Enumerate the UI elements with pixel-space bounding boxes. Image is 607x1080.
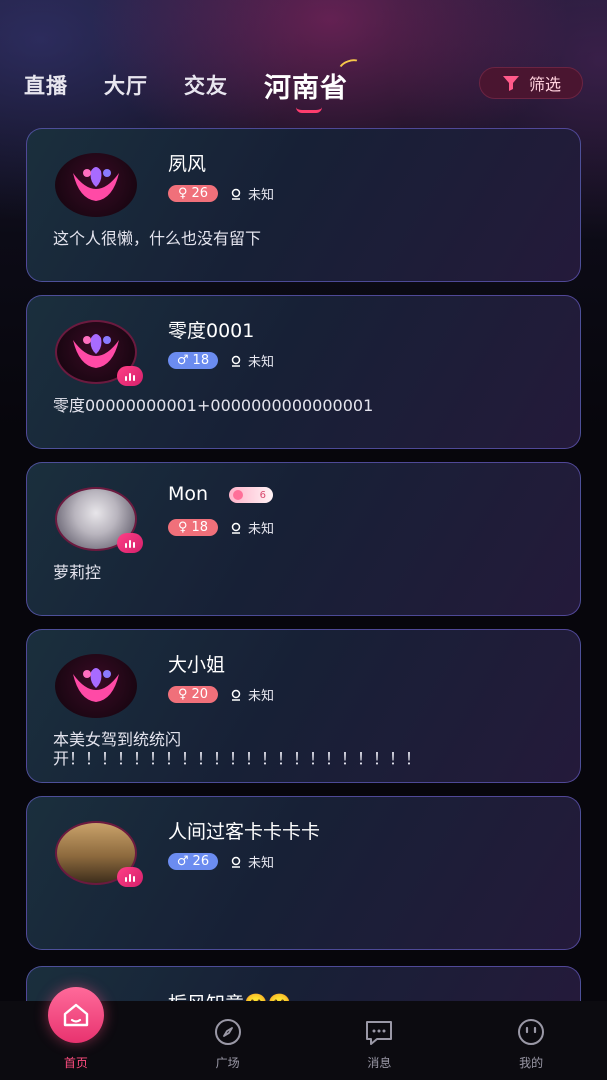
female-icon: ♀ <box>177 186 188 201</box>
user-card[interactable]: Mon 6 ♀ 18 未知 萝莉控 <box>26 462 581 616</box>
location-label: 未知 <box>248 689 275 704</box>
location-pin-icon <box>231 188 241 200</box>
user-list: 夙风 ♀ 26 未知 这个人很懒，什么也没有留下 零度0001 ♂ 18 未知 零度… <box>26 128 581 1006</box>
user-card[interactable]: 栀风知意🙂🙂 <box>26 966 581 1006</box>
location-pin-icon <box>231 355 241 367</box>
user-meta: ♂ 26 未知 <box>168 852 274 871</box>
filter-label: 筛选 <box>528 75 561 94</box>
location-pin-icon <box>231 522 241 534</box>
user-meta: ♀ 26 未知 <box>168 184 274 203</box>
gender-age-badge: ♀ 20 <box>168 686 218 703</box>
home-icon <box>63 1003 89 1027</box>
live-badge-icon <box>117 867 143 887</box>
female-icon: ♀ <box>177 520 188 535</box>
tab-live[interactable]: 直播 <box>24 70 68 100</box>
avatar-container[interactable] <box>55 320 143 386</box>
level-label: 6 <box>259 489 266 501</box>
app-logo-icon <box>73 334 119 368</box>
user-card[interactable]: 零度0001 ♂ 18 未知 零度00000000001+000000000000… <box>26 295 581 449</box>
user-meta: ♀ 18 未知 <box>168 518 274 537</box>
level-badge: 6 <box>229 487 273 503</box>
user-meta: ♂ 18 未知 <box>168 351 274 370</box>
user-card[interactable]: 大小姐 ♀ 20 未知 本美女驾到统统闪开！！！！！！！！！！！！！！！！！！！！… <box>26 629 581 783</box>
location: 未知 <box>230 518 274 537</box>
user-bio: 本美女驾到统统闪开！！！！！！！！！！！！！！！！！！！！！！ <box>53 730 422 768</box>
app-logo-icon <box>73 167 119 201</box>
location: 未知 <box>230 685 274 704</box>
age-label: 26 <box>192 854 210 869</box>
avatar-container[interactable] <box>55 654 141 718</box>
tab-province-label: 河南省 <box>264 72 348 104</box>
home-icon-container <box>47 987 104 1043</box>
active-tab-indicator <box>296 107 322 113</box>
location-label: 未知 <box>248 522 275 537</box>
tab-province[interactable]: 河南省 <box>264 55 364 113</box>
profile-icon <box>518 1019 545 1045</box>
user-card[interactable]: 人间过客卡卡卡卡 ♂ 26 未知 <box>26 796 581 950</box>
user-bio: 这个人很懒，什么也没有留下 <box>53 229 262 248</box>
user-name: 大小姐 <box>168 654 226 676</box>
funnel-icon <box>502 76 519 91</box>
gender-age-badge: ♂ 18 <box>168 352 218 369</box>
user-name: Mon <box>168 483 209 505</box>
age-label: 26 <box>191 186 209 201</box>
female-icon: ♀ <box>177 687 188 702</box>
nav-profile-label: 我的 <box>519 1056 544 1070</box>
nav-messages[interactable]: 消息 <box>304 1001 456 1080</box>
location-label: 未知 <box>248 856 275 871</box>
gender-age-badge: ♀ 26 <box>168 185 218 202</box>
filter-button[interactable]: 筛选 <box>479 67 583 99</box>
tab-friends[interactable]: 交友 <box>184 70 228 100</box>
user-name: 人间过客卡卡卡卡 <box>168 821 321 843</box>
decoration-swirl-icon <box>336 55 364 78</box>
age-label: 18 <box>191 520 209 535</box>
tab-hall[interactable]: 大厅 <box>104 70 148 100</box>
user-meta: ♀ 20 未知 <box>168 685 274 704</box>
age-label: 18 <box>192 353 210 368</box>
location: 未知 <box>230 351 274 370</box>
location-pin-icon <box>231 689 241 701</box>
avatar <box>55 654 137 718</box>
user-bio: 萝莉控 <box>53 563 102 582</box>
nav-messages-label: 消息 <box>367 1056 392 1070</box>
top-tab-bar: 直播 大厅 交友 河南省 筛选 <box>24 55 583 113</box>
gender-age-badge: ♀ 18 <box>168 519 218 536</box>
avatar-container[interactable] <box>55 821 143 887</box>
gender-age-badge: ♂ 26 <box>168 853 218 870</box>
user-card[interactable]: 夙风 ♀ 26 未知 这个人很懒，什么也没有留下 <box>26 128 581 282</box>
compass-icon <box>214 1019 241 1045</box>
avatar <box>55 153 137 217</box>
avatar-container[interactable] <box>55 487 143 553</box>
location-pin-icon <box>231 856 241 868</box>
location-label: 未知 <box>248 355 275 370</box>
live-badge-icon <box>117 533 143 553</box>
age-label: 20 <box>191 687 209 702</box>
user-name: 夙风 <box>168 153 207 175</box>
avatar-container[interactable] <box>55 153 141 217</box>
nav-home[interactable]: 首页 <box>0 987 152 1080</box>
location: 未知 <box>230 184 274 203</box>
message-icon <box>366 1021 393 1045</box>
user-bio: 零度00000000001+0000000000000001 <box>53 396 374 415</box>
nav-square[interactable]: 广场 <box>152 1001 304 1080</box>
male-icon: ♂ <box>176 353 189 368</box>
nav-profile[interactable]: 我的 <box>455 1001 607 1080</box>
location: 未知 <box>230 852 274 871</box>
nav-home-label: 首页 <box>63 1056 88 1070</box>
app-logo-icon <box>73 668 119 702</box>
location-label: 未知 <box>248 188 275 203</box>
bottom-navigation: 首页 广场 消息 我的 <box>0 987 607 1080</box>
user-name: 零度0001 <box>168 320 255 342</box>
male-icon: ♂ <box>176 854 189 869</box>
live-badge-icon <box>117 366 143 386</box>
nav-square-label: 广场 <box>215 1056 240 1070</box>
